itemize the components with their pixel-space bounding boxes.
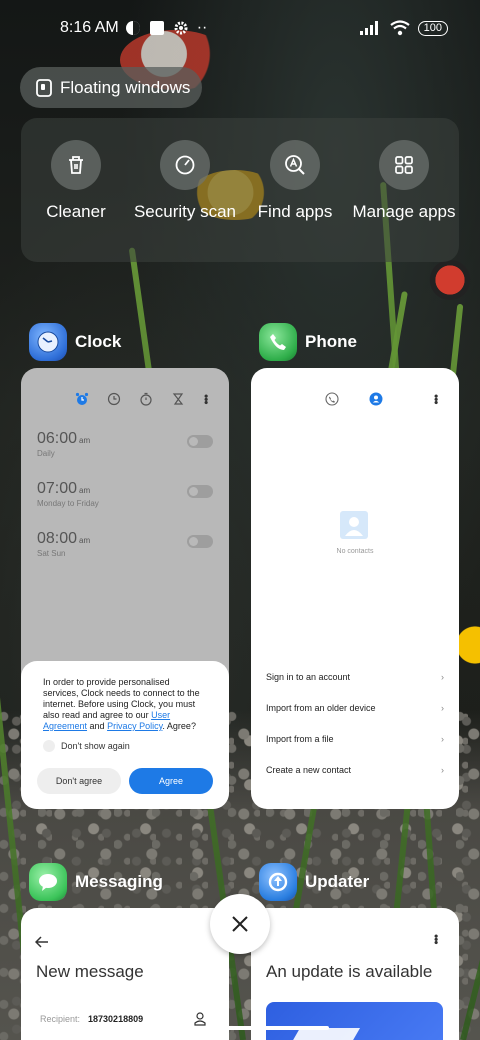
chevron-right-icon: › (441, 672, 444, 682)
alarm-item[interactable]: 08:00 am Sat Sun (37, 530, 213, 558)
checkbox-label: Don't show again (61, 741, 130, 751)
recents-tab-icon[interactable] (325, 392, 339, 406)
alarm-ampm: am (79, 436, 91, 445)
contact-placeholder-icon (340, 511, 368, 539)
more-options-icon[interactable]: ••• (429, 934, 443, 944)
sign-in-option[interactable]: Sign in to an account › (266, 672, 444, 682)
more-notifications-icon: ·· (196, 19, 208, 36)
home-indicator[interactable] (151, 1026, 329, 1030)
battery-indicator: 100 (417, 20, 448, 36)
import-file-option[interactable]: Import from a file › (266, 734, 444, 744)
more-options-icon[interactable]: ••• (429, 394, 443, 404)
alarm-time: 08:00 (37, 530, 78, 547)
alarm-repeat: Sat Sun (37, 549, 66, 558)
alarm-time: 07:00 (37, 480, 78, 497)
back-arrow-icon[interactable] (35, 936, 49, 948)
messaging-app-icon (29, 863, 67, 901)
notification-square-icon (149, 21, 164, 35)
updater-app-name: Updater (305, 872, 370, 891)
agree-button[interactable]: Agree (129, 768, 213, 794)
floating-windows-button[interactable]: Floating windows (20, 67, 202, 108)
update-title: An update is available (266, 962, 433, 981)
clock-recent-card[interactable]: ••• 06:00 am Daily 07:00 am Monday to Frid… (21, 368, 229, 809)
world-clock-tab-icon[interactable] (107, 392, 121, 406)
clock-app-name: Clock (75, 332, 122, 351)
dont-agree-button[interactable]: Don't agree (37, 768, 121, 794)
security-scan-label: Security scan (133, 202, 237, 221)
more-options-icon[interactable]: ••• (199, 394, 213, 404)
find-apps-label: Find apps (257, 202, 333, 221)
vpn-icon (125, 21, 140, 35)
phone-app-icon (259, 323, 297, 361)
security-scan-icon (175, 155, 195, 175)
empty-state-text: No contacts (336, 548, 374, 555)
privacy-dialog: In order to provide personalised service… (21, 661, 229, 809)
new-message-title: New message (36, 962, 144, 981)
chevron-right-icon: › (441, 703, 444, 713)
floating-windows-label: Floating windows (60, 77, 191, 97)
status-bar: 8:16 AM ·· 100 (0, 0, 480, 56)
clock-app-icon (29, 323, 67, 361)
trash-icon (69, 156, 83, 174)
status-time: 8:16 AM (60, 19, 119, 36)
alarm-ampm: am (79, 486, 91, 495)
cleaner-label: Cleaner (46, 202, 106, 221)
contact-picker-icon[interactable] (194, 1012, 206, 1026)
alarm-item[interactable]: 06:00 am Daily (37, 430, 213, 458)
alarm-tab-icon[interactable] (75, 392, 89, 406)
close-icon (232, 916, 248, 932)
clock-app-header[interactable]: Clock (29, 323, 121, 361)
alarm-toggle[interactable] (187, 535, 213, 548)
updater-app-icon (259, 863, 297, 901)
alarm-toggle[interactable] (187, 485, 213, 498)
signal-icon (359, 21, 378, 35)
recipient-value: 18730218809 (88, 1014, 144, 1024)
manage-apps-label: Manage apps (352, 202, 456, 221)
floating-window-icon (36, 78, 52, 97)
manage-apps-icon (395, 156, 413, 174)
recipient-label: Recipient: (40, 1014, 81, 1024)
phone-app-header[interactable]: Phone (259, 323, 357, 361)
find-apps-icon (285, 155, 305, 175)
security-scan-button[interactable]: Security scan (130, 140, 240, 222)
messaging-app-header[interactable]: Messaging (29, 863, 163, 901)
updater-recent-card[interactable]: ••• An update is available (251, 908, 459, 1040)
find-apps-button[interactable]: Find apps (240, 140, 350, 222)
clear-all-button[interactable] (210, 894, 270, 954)
contacts-tab-icon[interactable] (369, 392, 383, 406)
import-old-device-option[interactable]: Import from an older device › (266, 703, 444, 713)
checkbox-icon (43, 740, 55, 752)
updater-app-header[interactable]: Updater (259, 863, 369, 901)
phone-app-name: Phone (305, 332, 357, 351)
phone-recent-card[interactable]: ••• No contacts Sign in to an account › I… (251, 368, 459, 809)
dialog-message: In order to provide personalised service… (43, 677, 200, 731)
alarm-ampm: am (79, 536, 91, 545)
chevron-right-icon: › (441, 734, 444, 744)
alarm-item[interactable]: 07:00 am Monday to Friday (37, 480, 213, 508)
privacy-policy-link[interactable]: Privacy Policy (107, 721, 162, 731)
recipient-field[interactable]: Recipient: 18730218809 (40, 1014, 143, 1024)
manage-apps-button[interactable]: Manage apps (349, 140, 459, 222)
alarm-toggle[interactable] (187, 435, 213, 448)
alarm-repeat: Monday to Friday (37, 499, 99, 508)
update-banner (266, 1002, 443, 1040)
wifi-icon (389, 20, 410, 36)
chevron-right-icon: › (441, 765, 444, 775)
quick-actions-panel: Cleaner Security scan Find apps Manage a… (21, 118, 459, 262)
dont-show-again-checkbox[interactable]: Don't show again (43, 740, 207, 752)
alarm-repeat: Daily (37, 449, 55, 458)
cleaner-button[interactable]: Cleaner (21, 140, 131, 222)
messaging-recent-card[interactable]: New message Recipient: 18730218809 (21, 908, 229, 1040)
fish-decoration (420, 260, 480, 300)
timer-tab-icon[interactable] (171, 392, 185, 406)
stopwatch-tab-icon[interactable] (139, 392, 153, 406)
create-contact-option[interactable]: Create a new contact › (266, 765, 444, 775)
gear-icon (174, 21, 188, 35)
messaging-app-name: Messaging (75, 872, 163, 891)
alarm-time: 06:00 (37, 430, 78, 447)
